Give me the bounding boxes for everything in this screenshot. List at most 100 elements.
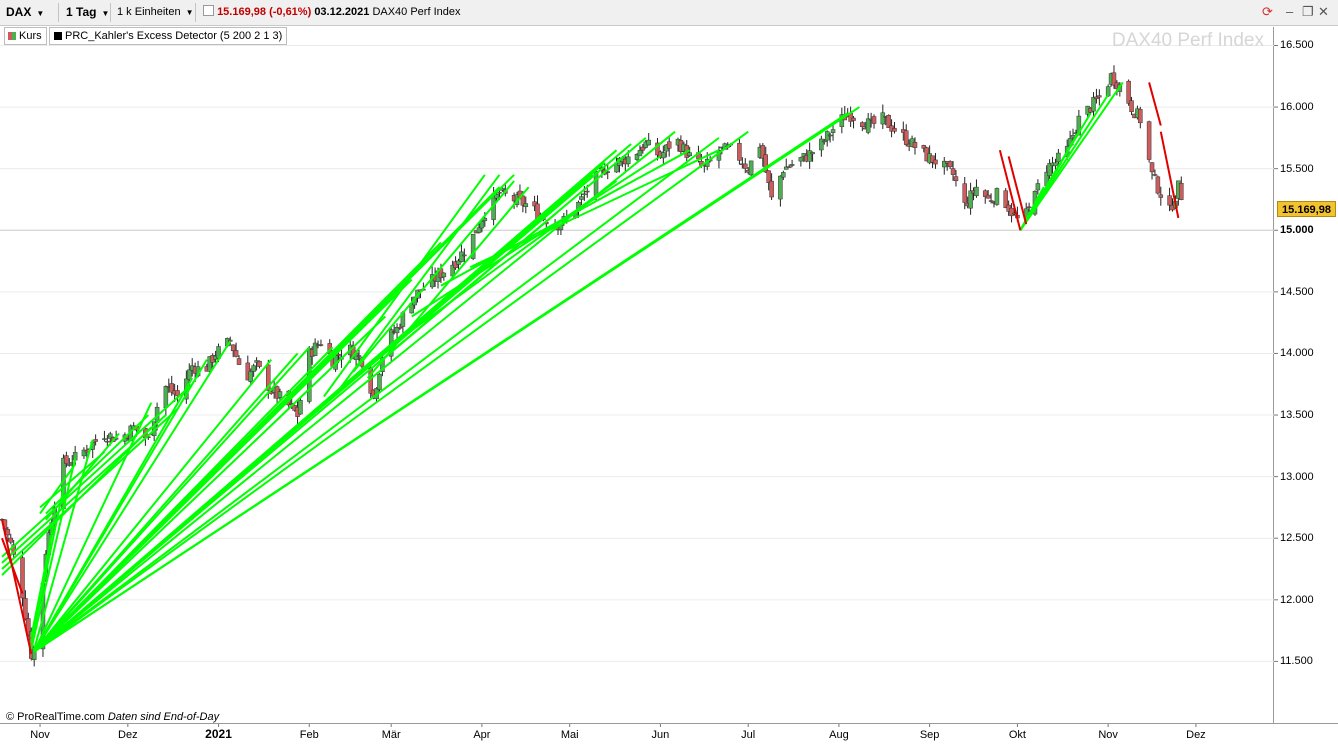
candle-body <box>1155 176 1161 194</box>
y-tick-label: 13.500 <box>1280 409 1314 422</box>
candle-body <box>1152 174 1158 176</box>
candle-body <box>236 358 242 365</box>
candle-body <box>1129 100 1134 113</box>
candle-body <box>5 529 11 536</box>
candle-body <box>8 537 14 543</box>
x-tick-label: Nov <box>1098 729 1118 741</box>
candle-body <box>988 200 994 202</box>
candle-body <box>582 193 587 196</box>
candle-body <box>1146 121 1152 160</box>
candle-body <box>298 400 303 415</box>
candle-body <box>985 194 991 199</box>
candle-body <box>187 369 192 380</box>
legend-indicator[interactable]: PRC_Kahler's Excess Detector (5 200 2 1 … <box>49 27 288 45</box>
x-tick-label: Okt <box>1008 729 1026 741</box>
candle-body <box>666 141 672 149</box>
candle-body <box>105 440 110 443</box>
candle-legend-icon <box>8 32 16 40</box>
candle-body <box>947 161 953 168</box>
candle-body <box>974 186 979 197</box>
x-tick-label: Sep <box>919 729 940 741</box>
x-tick-label: Dez <box>1186 729 1206 741</box>
candle-body <box>1053 162 1058 167</box>
candle-body <box>661 152 666 159</box>
candle-body <box>860 122 865 127</box>
candle-body <box>769 180 774 198</box>
x-tick-label: Jul <box>741 729 756 741</box>
candle-body <box>962 183 967 203</box>
candle-body <box>903 130 909 145</box>
excess-signal-up-line <box>469 149 720 269</box>
y-axis[interactable]: 16.500 16.000 15.500 15.000 14.500 14.000 13.5… <box>1274 27 1338 723</box>
y-tick-label: 12.500 <box>1280 532 1314 545</box>
candle-body <box>912 142 918 148</box>
candle-body <box>397 327 403 329</box>
excess-signal-up-line <box>1 414 167 564</box>
indicator-legend-icon <box>54 32 62 40</box>
candle-body <box>637 150 643 157</box>
candle-body <box>737 142 742 161</box>
x-tick-label: Apr <box>473 729 491 741</box>
candle-body <box>830 129 836 133</box>
candle-body <box>1035 183 1041 191</box>
candle-body <box>687 152 692 157</box>
excess-signal-up-line <box>33 130 749 653</box>
y-tick-label: 15.000 <box>1280 224 1314 237</box>
excess-signal-up-line <box>1 383 193 558</box>
candle-body <box>646 139 651 146</box>
candle-body <box>257 360 262 367</box>
x-tick-label: Jun <box>651 729 670 741</box>
candle-body <box>102 438 107 440</box>
candle-body <box>336 354 341 356</box>
candle-body <box>233 350 239 357</box>
chart-canvas <box>0 44 1278 727</box>
excess-signal-up-line <box>1 408 179 570</box>
candle-body <box>277 391 283 398</box>
candle-body <box>778 175 783 200</box>
candle-body <box>798 157 804 162</box>
watermark: DAX40 Perf Index <box>1111 30 1264 51</box>
candle-body <box>459 251 464 262</box>
excess-signal-up-line <box>33 106 860 653</box>
excess-signal-up-line <box>1019 81 1124 231</box>
candle-body <box>1091 97 1096 112</box>
candle-body <box>1009 207 1014 217</box>
candle-body <box>230 344 236 352</box>
excess-signal-up-line <box>33 174 515 653</box>
candle-body <box>827 134 833 137</box>
x-tick-label: Aug <box>829 729 849 741</box>
candle-body <box>1070 135 1076 138</box>
candle-body <box>786 166 792 168</box>
x-tick-label: Dez <box>118 729 138 741</box>
candle-body <box>880 112 886 125</box>
x-axis[interactable]: Nov Dez 2021 Feb Mär Apr Mai Jun Jul Aug Sep Okt Nov… <box>0 723 1338 744</box>
candle-body <box>625 156 631 165</box>
candle-body <box>781 172 786 178</box>
candle-body <box>585 190 590 193</box>
candle-body <box>748 160 754 176</box>
candle-body <box>933 159 938 165</box>
footer: © ProRealTime.com Daten sind End-of-Day <box>6 711 219 723</box>
candle-body <box>1149 162 1155 173</box>
candle-body <box>743 163 748 169</box>
legend-kurs-label: Kurs <box>19 30 42 42</box>
excess-signal-down-line <box>1148 82 1162 126</box>
candle-body <box>994 188 1000 205</box>
last-price-tag: 15.169,98 <box>1277 201 1336 218</box>
candle-body <box>1026 206 1032 209</box>
legend-indicator-label: PRC_Kahler's Excess Detector (5 200 2 1 … <box>65 30 283 42</box>
candle-body <box>1138 109 1143 124</box>
footer-note: Daten sind End-of-Day <box>107 711 220 723</box>
candle-body <box>1126 80 1131 104</box>
candle-body <box>251 365 256 372</box>
candle-body <box>64 455 69 464</box>
excess-signal-up-line <box>352 180 515 373</box>
candle-body <box>462 254 467 257</box>
x-tick-label: Nov <box>30 729 50 741</box>
legend-kurs[interactable]: Kurs <box>4 27 47 45</box>
y-tick-label: 16.500 <box>1280 39 1314 52</box>
candle-body <box>93 439 98 442</box>
candle-body <box>789 164 795 166</box>
y-tick-label: 12.000 <box>1280 593 1314 606</box>
x-tick-label: Mär <box>381 729 401 741</box>
